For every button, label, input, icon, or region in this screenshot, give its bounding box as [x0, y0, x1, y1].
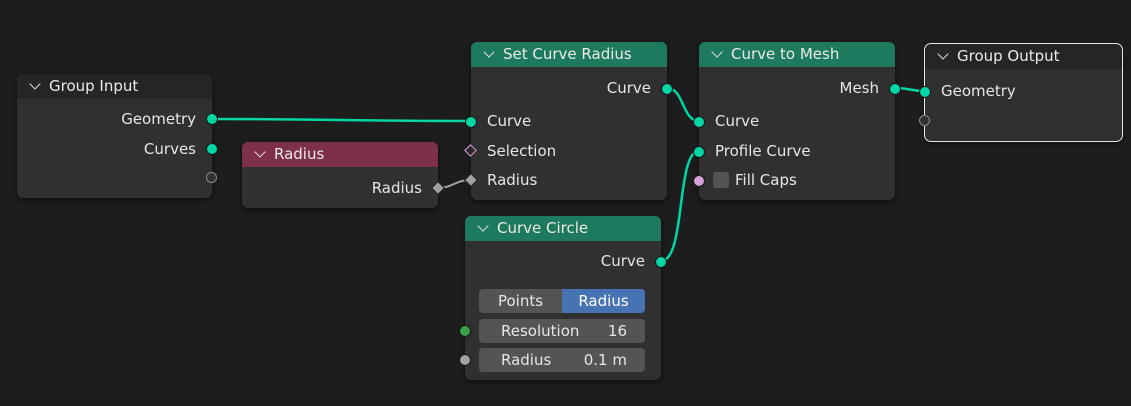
fill-caps-input-socket[interactable]: [693, 175, 705, 187]
radius-input-socket[interactable]: [463, 172, 479, 188]
curve-input-socket[interactable]: [693, 116, 705, 128]
radius-input-socket[interactable]: [459, 354, 471, 366]
radius-input-title: Radius: [274, 145, 325, 163]
geometry-input-label: Geometry: [941, 82, 1016, 100]
profile-curve-input-socket[interactable]: [693, 146, 705, 158]
fill-caps-label: Fill Caps: [735, 171, 797, 189]
radius-field[interactable]: Radius 0.1 m: [479, 348, 645, 372]
curve-to-mesh-title: Curve to Mesh: [731, 45, 840, 63]
radius-output-label: Radius: [371, 179, 422, 197]
group-input-node[interactable]: Group Input Geometry Curves: [17, 74, 218, 198]
chevron-down-icon[interactable]: [477, 220, 489, 232]
resolution-value: 16: [607, 322, 627, 340]
curve-input-label: Curve: [487, 112, 532, 130]
curve-circle-header[interactable]: Curve Circle: [465, 216, 661, 241]
curve-input-label: Curve: [715, 112, 760, 130]
resolution-label: Resolution: [501, 322, 580, 340]
radius-value: 0.1 m: [583, 351, 627, 369]
radius-output-socket[interactable]: [430, 180, 446, 196]
mesh-output-socket[interactable]: [889, 83, 901, 95]
geometry-input-socket[interactable]: [919, 86, 931, 98]
curve-circle-title: Curve Circle: [497, 219, 589, 237]
chevron-down-icon[interactable]: [483, 46, 495, 58]
radius-input-node[interactable]: Radius Radius: [242, 142, 446, 208]
profile-curve-input-label: Profile Curve: [715, 142, 811, 160]
chevron-down-icon[interactable]: [29, 78, 41, 90]
curve-output-label: Curve: [606, 79, 651, 97]
mesh-output-label: Mesh: [839, 79, 880, 97]
set-curve-radius-header[interactable]: Set Curve Radius: [471, 42, 667, 67]
link-setradius-curve-to-mesh-curve: [666, 86, 700, 123]
set-curve-radius-title: Set Curve Radius: [503, 45, 632, 63]
empty-input-socket[interactable]: [919, 115, 930, 126]
mode-radius-button[interactable]: Radius: [562, 289, 645, 313]
group-output-node[interactable]: Group Output Geometry: [919, 43, 1123, 142]
radius-label: Radius: [501, 351, 552, 369]
set-curve-radius-node[interactable]: Set Curve Radius Curve Curve Selection R…: [463, 42, 673, 200]
curve-output-label: Curve: [600, 252, 645, 270]
resolution-field[interactable]: Resolution 16: [479, 319, 645, 343]
link-geometry-to-curve: [211, 117, 471, 123]
curve-to-mesh-header[interactable]: Curve to Mesh: [699, 42, 895, 67]
curve-output-socket[interactable]: [661, 83, 673, 95]
selection-input-socket[interactable]: [464, 144, 477, 157]
curve-output-socket[interactable]: [655, 256, 667, 268]
geometry-output-socket[interactable]: [206, 113, 218, 125]
radius-input-label: Radius: [487, 171, 538, 189]
output-curves-label: Curves: [143, 140, 196, 158]
curve-input-socket[interactable]: [465, 116, 477, 128]
chevron-down-icon[interactable]: [711, 46, 723, 58]
curve-circle-node[interactable]: Curve Circle Curve Points Radius Resolut…: [459, 216, 667, 380]
curve-to-mesh-node[interactable]: Curve to Mesh Mesh Curve Profile Curve F…: [693, 42, 901, 200]
group-input-title: Group Input: [49, 77, 139, 95]
curves-output-socket[interactable]: [206, 143, 218, 155]
fill-caps-checkbox[interactable]: [713, 172, 729, 188]
output-geometry-label: Geometry: [121, 110, 196, 128]
resolution-input-socket[interactable]: [459, 325, 471, 337]
chevron-down-icon[interactable]: [937, 48, 949, 60]
radius-input-header[interactable]: Radius: [242, 142, 438, 167]
selection-input-label: Selection: [487, 142, 557, 160]
group-output-title: Group Output: [957, 47, 1060, 65]
chevron-down-icon[interactable]: [254, 146, 266, 158]
group-input-header[interactable]: Group Input: [17, 74, 212, 99]
mode-points-button[interactable]: Points: [479, 289, 562, 313]
empty-output-socket[interactable]: [206, 172, 217, 183]
group-output-header[interactable]: Group Output: [925, 44, 1122, 69]
